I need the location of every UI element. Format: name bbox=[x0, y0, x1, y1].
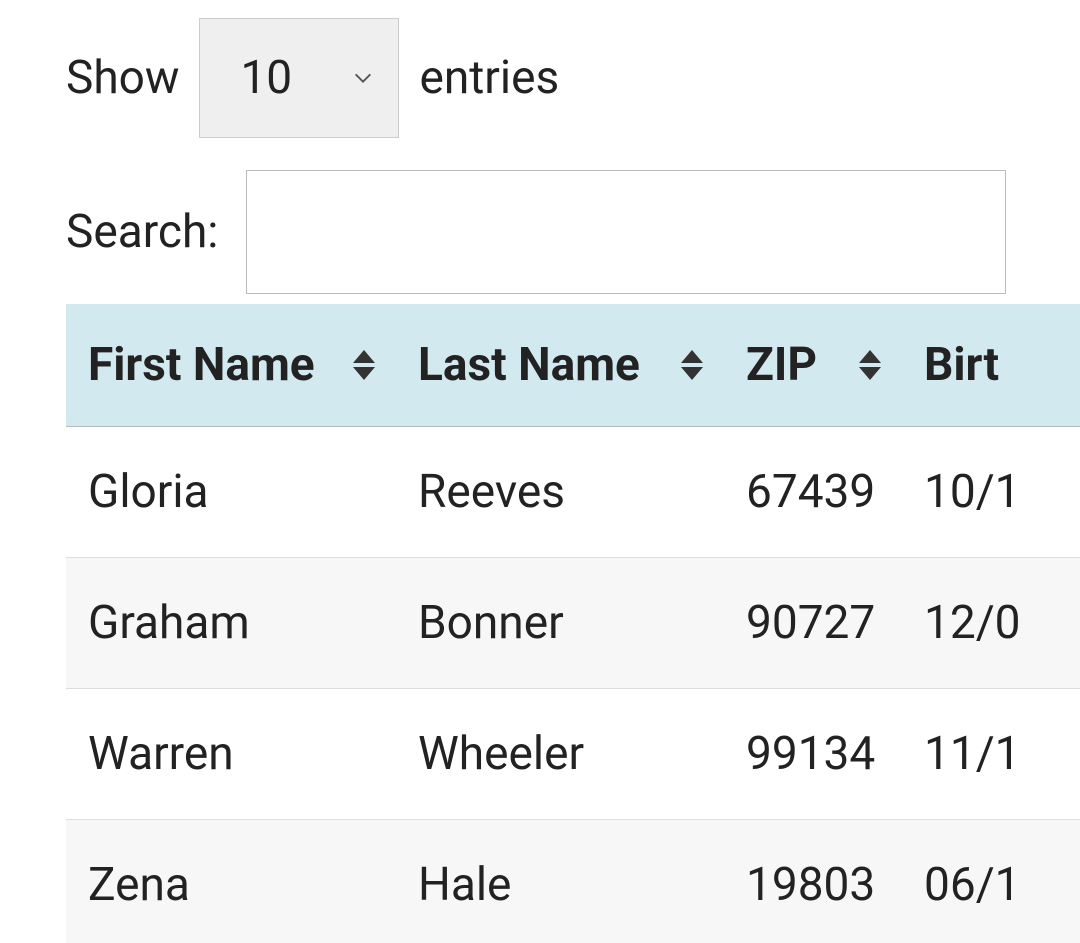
chevron-down-icon bbox=[352, 67, 374, 89]
col-header-first-name[interactable]: First Name bbox=[66, 304, 396, 427]
table-header-row: First Name Last Name ZIP Birt bbox=[66, 304, 1080, 427]
col-header-label: ZIP bbox=[746, 338, 817, 392]
cell-zip: 90727 bbox=[724, 558, 902, 689]
cell-first-name: Warren bbox=[66, 689, 396, 820]
entries-select-value: 10 bbox=[240, 51, 292, 105]
cell-last-name: Wheeler bbox=[396, 689, 724, 820]
col-header-birthday[interactable]: Birt bbox=[902, 304, 1080, 427]
sort-icon bbox=[856, 350, 884, 380]
search-label: Search: bbox=[66, 205, 218, 259]
entries-label: entries bbox=[419, 51, 559, 105]
cell-birthday: 06/1 bbox=[902, 820, 1080, 943]
cell-first-name: Graham bbox=[66, 558, 396, 689]
search-control: Search: bbox=[66, 170, 1080, 294]
cell-zip: 99134 bbox=[724, 689, 902, 820]
col-header-label: Birt bbox=[924, 338, 999, 392]
data-table: First Name Last Name ZIP Birt Gloria bbox=[66, 304, 1080, 943]
cell-zip: 19803 bbox=[724, 820, 902, 943]
search-input[interactable] bbox=[246, 170, 1006, 294]
show-label: Show bbox=[66, 51, 179, 105]
cell-last-name: Reeves bbox=[396, 427, 724, 558]
datatable-container: Show 10 entries Search: First Name Last … bbox=[0, 0, 1080, 943]
sort-icon bbox=[350, 350, 378, 380]
col-header-label: First Name bbox=[88, 338, 315, 392]
cell-birthday: 11/1 bbox=[902, 689, 1080, 820]
cell-birthday: 12/0 bbox=[902, 558, 1080, 689]
cell-zip: 67439 bbox=[724, 427, 902, 558]
table-row: Graham Bonner 90727 12/0 bbox=[66, 558, 1080, 689]
table-row: Gloria Reeves 67439 10/1 bbox=[66, 427, 1080, 558]
cell-first-name: Zena bbox=[66, 820, 396, 943]
table-row: Zena Hale 19803 06/1 bbox=[66, 820, 1080, 943]
table-row: Warren Wheeler 99134 11/1 bbox=[66, 689, 1080, 820]
cell-last-name: Bonner bbox=[396, 558, 724, 689]
col-header-label: Last Name bbox=[418, 338, 640, 392]
col-header-zip[interactable]: ZIP bbox=[724, 304, 902, 427]
sort-icon bbox=[678, 350, 706, 380]
cell-last-name: Hale bbox=[396, 820, 724, 943]
cell-birthday: 10/1 bbox=[902, 427, 1080, 558]
cell-first-name: Gloria bbox=[66, 427, 396, 558]
entries-control: Show 10 entries bbox=[66, 18, 1080, 138]
entries-select[interactable]: 10 bbox=[199, 18, 399, 138]
col-header-last-name[interactable]: Last Name bbox=[396, 304, 724, 427]
